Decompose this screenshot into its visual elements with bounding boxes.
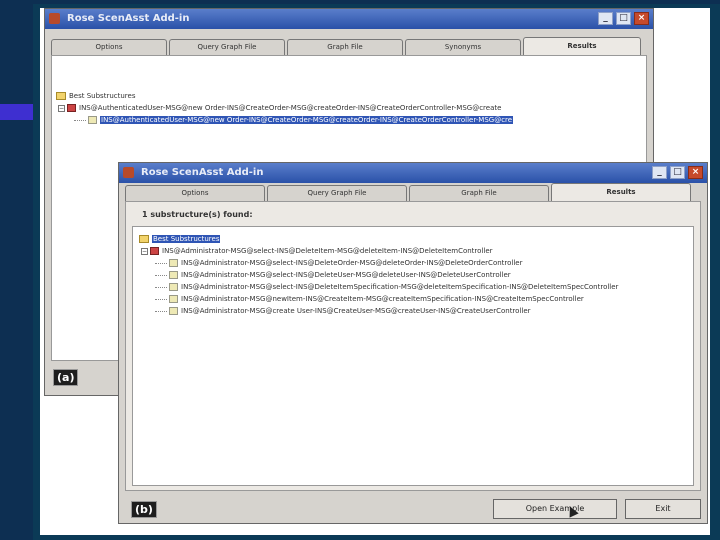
minimize-button[interactable]: _ — [598, 12, 613, 25]
window-b-tabs: Options Query Graph File Graph File Resu… — [125, 183, 693, 201]
leaf-icon — [169, 307, 178, 315]
window-b: Rose ScenAsst Add-in _ □ × Options Query… — [118, 162, 708, 524]
folder-icon — [139, 235, 149, 243]
tree-leaf[interactable]: INS@Administrator-MSG@newItem-INS@Create… — [155, 295, 584, 303]
tree-root[interactable]: Best Substructures — [139, 235, 221, 243]
tab-graph-file[interactable]: Graph File — [409, 185, 549, 201]
close-button[interactable]: × — [688, 166, 703, 179]
tab-options[interactable]: Options — [51, 39, 167, 55]
tab-query-graph-file[interactable]: Query Graph File — [169, 39, 285, 55]
app-icon — [49, 13, 60, 24]
tab-query-graph-file[interactable]: Query Graph File — [267, 185, 407, 201]
tree-node[interactable]: − INS@AuthenticatedUser-MSG@new Order-INS… — [58, 104, 501, 112]
figure-label-a: (a) — [53, 369, 79, 386]
substructure-icon — [67, 104, 76, 112]
window-a-titlebar[interactable]: Rose ScenAsst Add-in _ □ × — [45, 9, 653, 29]
tree-leaf[interactable]: INS@Administrator-MSG@select-INS@DeleteU… — [155, 271, 511, 279]
window-b-title: Rose ScenAsst Add-in — [141, 167, 264, 178]
tree-leaf-selected[interactable]: INS@AuthenticatedUser-MSG@new Order-INS@… — [74, 116, 514, 124]
tree-leaf[interactable]: INS@Administrator-MSG@create User-INS@Cr… — [155, 307, 531, 315]
tab-results[interactable]: Results — [551, 183, 691, 201]
window-a-title: Rose ScenAsst Add-in — [67, 13, 190, 24]
leaf-icon — [169, 295, 178, 303]
slide-accent-stripe — [0, 104, 33, 120]
collapse-icon[interactable]: − — [58, 104, 65, 112]
figure-label-b: (b) — [131, 501, 157, 518]
tab-results[interactable]: Results — [523, 37, 641, 55]
window-b-results-pane: 1 substructure(s) found: Best Substructu… — [125, 201, 701, 491]
leaf-icon — [88, 116, 97, 124]
window-b-titlebar[interactable]: Rose ScenAsst Add-in _ □ × — [119, 163, 707, 183]
leaf-icon — [169, 271, 178, 279]
window-a-tabs: Options Query Graph File Graph File Syno… — [51, 37, 643, 55]
tree-leaf[interactable]: INS@Administrator-MSG@select-INS@DeleteO… — [155, 259, 523, 267]
close-button[interactable]: × — [634, 12, 649, 25]
minimize-button[interactable]: _ — [652, 166, 667, 179]
leaf-icon — [169, 283, 178, 291]
tab-options[interactable]: Options — [125, 185, 265, 201]
tree-leaf[interactable]: INS@Administrator-MSG@select-INS@DeleteI… — [155, 283, 618, 291]
tab-graph-file[interactable]: Graph File — [287, 39, 403, 55]
exit-button[interactable]: Exit — [625, 499, 701, 519]
substructure-icon — [150, 247, 159, 255]
open-example-button[interactable]: Open Example — [493, 499, 617, 519]
tab-synonyms[interactable]: Synonyms — [405, 39, 521, 55]
maximize-button[interactable]: □ — [616, 12, 631, 25]
maximize-button[interactable]: □ — [670, 166, 685, 179]
leaf-icon — [169, 259, 178, 267]
collapse-icon[interactable]: − — [141, 247, 148, 255]
tree-root[interactable]: Best Substructures — [56, 92, 135, 100]
app-icon — [123, 167, 134, 178]
results-tree: Best Substructures − INS@Administrator-MS… — [132, 226, 694, 486]
tree-node[interactable]: − INS@Administrator-MSG@select-INS@Delete… — [141, 247, 493, 255]
substructures-found-label: 1 substructure(s) found: — [142, 210, 253, 219]
folder-icon — [56, 92, 66, 100]
